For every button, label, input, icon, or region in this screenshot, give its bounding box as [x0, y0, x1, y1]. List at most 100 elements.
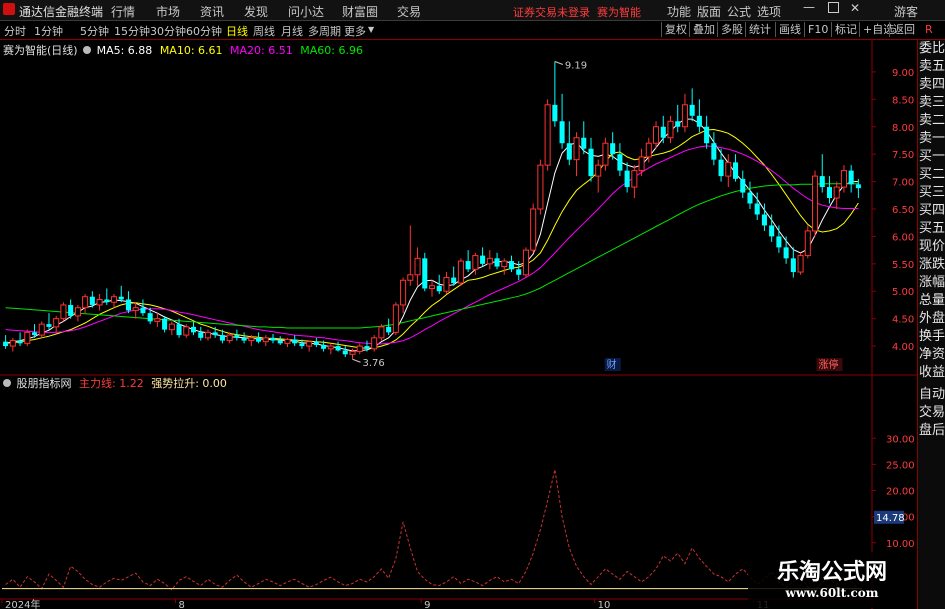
candle: [776, 225, 782, 253]
candle: [118, 285, 124, 303]
candle-body: [270, 337, 276, 341]
high-marker-label: 9.19: [565, 61, 587, 72]
candle-body: [31, 332, 38, 336]
candle: [740, 170, 746, 199]
panel-label[interactable]: 盘后: [918, 422, 945, 440]
candle-body: [82, 296, 89, 309]
menu-formula[interactable]: 公式: [727, 3, 751, 20]
candle-body: [183, 326, 190, 336]
guest-user[interactable]: 游客: [894, 3, 918, 20]
candle: [486, 250, 493, 270]
candle-body: [110, 296, 118, 303]
tab-monthly[interactable]: 月线: [281, 23, 303, 39]
menu-discover[interactable]: 发现: [244, 3, 268, 20]
tab-intraday[interactable]: 分时: [4, 23, 26, 39]
time-tick-label: 8: [178, 600, 184, 609]
candle-body: [602, 142, 609, 166]
candle-body: [226, 334, 233, 342]
candle-body: [617, 154, 623, 171]
menu-options[interactable]: 选项: [757, 3, 781, 20]
menu-market-quotes[interactable]: 行情: [111, 3, 135, 20]
tab-60min[interactable]: 60分钟: [186, 23, 222, 39]
tab-weekly[interactable]: 周线: [253, 23, 275, 39]
candle: [602, 137, 609, 171]
candle-body: [660, 126, 666, 138]
candle: [68, 299, 74, 319]
panel-label: 买五: [919, 221, 945, 236]
candle: [530, 203, 537, 253]
f10-button[interactable]: F10: [804, 22, 831, 37]
settings-circle-icon[interactable]: [3, 379, 11, 387]
candle: [681, 93, 688, 133]
tab-30min[interactable]: 30分钟: [150, 23, 186, 39]
candle-body: [826, 187, 833, 199]
candle: [96, 293, 103, 311]
menu-market[interactable]: 市场: [156, 3, 180, 20]
settings-circle-icon[interactable]: [83, 46, 92, 54]
tab-multi-period[interactable]: 多周期: [308, 23, 341, 39]
candle: [356, 343, 363, 355]
watermark: 乐淘公式网 www.60lt.com: [748, 552, 916, 608]
restore-icon[interactable]: [828, 2, 839, 13]
back-button[interactable]: 返回: [889, 22, 918, 37]
indicator-legend: 股朋指标网 主力线: 1.22 强势拉升: 0.00: [3, 375, 227, 391]
candle-body: [494, 258, 500, 267]
candle-body: [321, 344, 327, 349]
menu-wealth-circle[interactable]: 财富圈: [342, 3, 378, 20]
candle-body: [256, 337, 262, 342]
panel-label[interactable]: 交易: [918, 404, 945, 422]
panel-label[interactable]: 自动: [918, 386, 945, 404]
high-marker-line: [554, 61, 564, 65]
overlay-button[interactable]: 叠加: [689, 22, 718, 37]
menu-function[interactable]: 功能: [667, 3, 691, 20]
menu-trade[interactable]: 交易: [397, 3, 421, 20]
chart-area[interactable]: 9.00 8.50 8.00 7.50 7.00 6.50 6.00 5.50 5.00 4.50…: [0, 40, 917, 609]
tab-more[interactable]: 更多: [344, 23, 366, 39]
candle: [689, 88, 695, 122]
candle-body: [566, 143, 572, 160]
candle: [342, 346, 348, 358]
mark-button[interactable]: 标记: [831, 22, 860, 37]
candle-body: [624, 170, 630, 188]
close-icon[interactable]: ✕: [850, 1, 860, 15]
candle-body: [501, 260, 508, 268]
candle-body: [3, 341, 9, 347]
tab-15min[interactable]: 15分钟: [114, 23, 150, 39]
panel-label: 净资: [919, 347, 945, 362]
more-dropdown-icon[interactable]: ▼: [368, 25, 374, 34]
stats-button[interactable]: 统计: [745, 22, 774, 37]
candle: [176, 318, 182, 338]
menu-layout[interactable]: 版面: [697, 3, 721, 20]
candle: [465, 250, 471, 273]
stock-name[interactable]: 赛为智能(日线): [3, 44, 78, 57]
tab-5min[interactable]: 5分钟: [80, 23, 109, 39]
candle: [819, 154, 825, 193]
login-notice[interactable]: 证券交易未登录 赛为智能: [513, 4, 641, 20]
candle: [9, 337, 16, 352]
main-chart-legend: 赛为智能(日线) MA5: 6.88 MA10: 6.61 MA20: 6.51…: [3, 42, 363, 58]
menu-news[interactable]: 资讯: [200, 3, 224, 20]
candle-body: [118, 296, 124, 300]
candle-body: [104, 299, 110, 303]
candle: [371, 335, 378, 352]
candle-body: [833, 186, 840, 199]
multi-stock-button[interactable]: 多股: [717, 22, 746, 37]
current-value-label: 14.78: [876, 513, 905, 524]
price-tick-label: 7.50: [892, 150, 914, 161]
candle: [696, 99, 702, 133]
candle-body: [552, 104, 558, 122]
low-marker-label: 3.76: [363, 358, 385, 369]
draw-line-button[interactable]: 画线: [775, 22, 804, 37]
candle-body: [733, 162, 739, 179]
indicator-name[interactable]: 股朋指标网: [17, 377, 72, 390]
candle: [38, 321, 45, 338]
candle: [826, 176, 833, 204]
tab-1min[interactable]: 1分钟: [34, 23, 63, 39]
ma10-label: MA10: 6.61: [159, 44, 223, 57]
menu-ask-xiaoda[interactable]: 问小达: [288, 3, 324, 20]
candle-body: [559, 121, 565, 144]
tab-daily[interactable]: 日线: [226, 23, 248, 39]
candle: [718, 148, 724, 182]
minimize-icon[interactable]: —: [803, 0, 815, 14]
adjust-button[interactable]: 复权: [661, 22, 690, 37]
